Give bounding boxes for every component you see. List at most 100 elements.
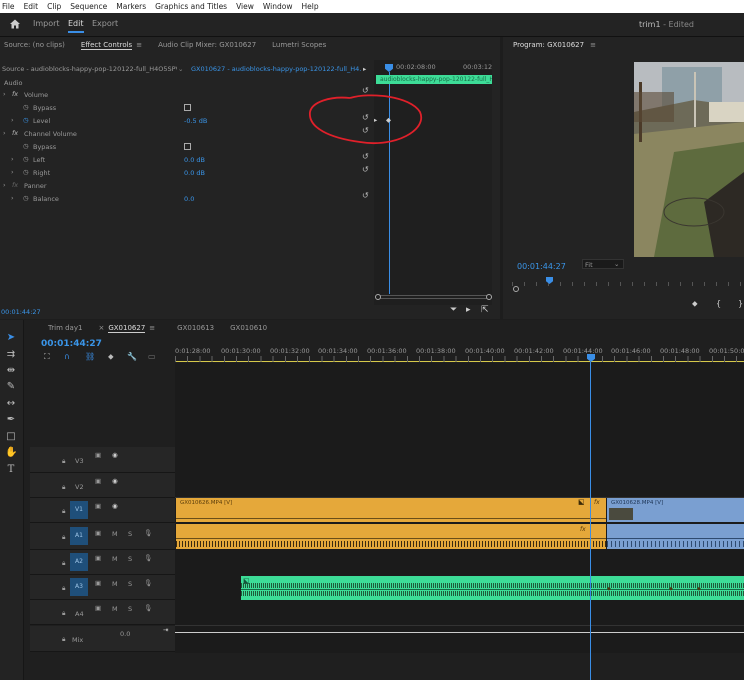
go-to-end-icon[interactable]: ⇥: [163, 626, 168, 634]
menu-view[interactable]: View: [236, 2, 254, 11]
timeline-timecode[interactable]: 00:01:44:27: [41, 339, 102, 349]
chevron-down-icon[interactable]: ⌄: [178, 65, 183, 73]
program-zoom-handle[interactable]: [513, 286, 519, 292]
sync-icon[interactable]: ▣: [95, 579, 101, 587]
microphone-icon[interactable]: 🎙︎: [144, 554, 152, 562]
microphone-icon[interactable]: 🎙︎: [144, 604, 152, 612]
lock-icon[interactable]: 🔒︎: [62, 635, 65, 644]
workspace-edit[interactable]: Edit: [68, 19, 84, 33]
program-timecode[interactable]: 00:01:44:27: [517, 262, 566, 271]
expand-chevron-icon[interactable]: ›: [11, 194, 14, 202]
stopwatch-icon[interactable]: ◷: [23, 103, 29, 111]
track-a1-target[interactable]: A1: [70, 527, 88, 545]
fit-dropdown[interactable]: Fit ⌄: [582, 259, 624, 269]
sync-icon[interactable]: ▣: [95, 451, 101, 459]
lock-icon[interactable]: 🔒︎: [62, 609, 65, 618]
lock-icon[interactable]: 🔒︎: [62, 559, 65, 568]
mute-button[interactable]: M: [112, 605, 118, 613]
lock-icon[interactable]: 🔒︎: [62, 457, 65, 466]
tab-effect-controls[interactable]: Effect Controls: [80, 41, 133, 50]
mark-out-icon[interactable]: }: [738, 299, 743, 308]
ripple-edit-tool-icon[interactable]: ⇹: [5, 365, 17, 377]
mini-scrollbar[interactable]: [376, 295, 492, 299]
rectangle-tool-icon[interactable]: □: [5, 431, 17, 443]
channel-bypass-checkbox[interactable]: [184, 143, 191, 150]
fx-icon[interactable]: fx: [12, 90, 18, 98]
sync-icon[interactable]: ▣: [95, 477, 101, 485]
audio-clip[interactable]: fx: [176, 524, 606, 549]
lock-icon[interactable]: 🔒︎: [62, 584, 65, 593]
fx-icon[interactable]: fx: [12, 181, 18, 189]
mark-in-icon[interactable]: {: [716, 299, 721, 308]
expand-chevron-icon[interactable]: ›: [11, 116, 14, 124]
play-small-icon[interactable]: ▸: [363, 65, 366, 73]
tab-gx010610[interactable]: GX010610: [230, 324, 267, 332]
sync-icon[interactable]: ▣: [95, 604, 101, 612]
menu-window[interactable]: Window: [263, 2, 293, 11]
stopwatch-active-icon[interactable]: ◷: [23, 116, 29, 124]
stopwatch-icon[interactable]: ◷: [23, 168, 29, 176]
sync-icon[interactable]: ▣: [95, 554, 101, 562]
sync-icon[interactable]: ▣: [95, 502, 101, 510]
workspace-import[interactable]: Import: [33, 19, 60, 28]
bypass-checkbox[interactable]: [184, 104, 191, 111]
solo-button[interactable]: S: [128, 605, 132, 613]
microphone-icon[interactable]: 🎙︎: [144, 579, 152, 587]
mute-button[interactable]: M: [112, 555, 118, 563]
selection-tool-icon[interactable]: ➤: [5, 332, 17, 344]
solo-button[interactable]: S: [128, 530, 132, 538]
slip-tool-icon[interactable]: ↔: [5, 398, 17, 410]
menu-clip[interactable]: Clip: [47, 2, 61, 11]
expand-chevron-icon[interactable]: ›: [3, 129, 6, 137]
solo-button[interactable]: S: [128, 580, 132, 588]
menu-help[interactable]: Help: [301, 2, 318, 11]
track-v3-label[interactable]: V3: [75, 457, 84, 465]
eye-icon[interactable]: ◉: [112, 477, 118, 485]
track-a2-target[interactable]: A2: [70, 553, 88, 571]
scroll-handle-right[interactable]: [486, 294, 492, 300]
workspace-export[interactable]: Export: [92, 19, 118, 28]
video-clip[interactable]: GX010626.MP4 [V] ⬕ fx: [176, 498, 606, 522]
track-select-tool-icon[interactable]: ⇉: [5, 349, 17, 361]
menu-sequence[interactable]: Sequence: [70, 2, 107, 11]
sync-icon[interactable]: ▣: [95, 529, 101, 537]
tab-lumetri-scopes[interactable]: Lumetri Scopes: [272, 41, 326, 49]
expand-chevron-icon[interactable]: ›: [11, 155, 14, 163]
reset-icon[interactable]: ↺: [362, 191, 369, 200]
scroll-handle-left[interactable]: [375, 294, 381, 300]
menu-file[interactable]: File: [2, 2, 15, 11]
snap-icon[interactable]: ∩: [64, 352, 70, 361]
linked-selection-icon[interactable]: ⛓: [85, 352, 95, 361]
effect-controls-timecode[interactable]: 00:01:44:27: [1, 308, 41, 316]
program-video-frame[interactable]: [634, 62, 744, 257]
timeline-menu-icon[interactable]: ≡: [149, 324, 155, 332]
razor-tool-icon[interactable]: ✎: [5, 381, 17, 393]
target-clip-label[interactable]: GX010627 - audioblocks-happy-pop-120122-…: [191, 65, 361, 73]
mix-value[interactable]: 0.0: [120, 630, 130, 638]
eye-icon[interactable]: ◉: [112, 451, 118, 459]
program-menu-icon[interactable]: ≡: [590, 41, 596, 49]
keyframe-diamond-icon[interactable]: ◆: [697, 586, 701, 592]
track-v2-label[interactable]: V2: [75, 483, 84, 491]
hand-tool-icon[interactable]: ✋: [5, 447, 17, 459]
expand-chevron-icon[interactable]: ›: [11, 168, 14, 176]
right-value[interactable]: 0.0 dB: [184, 169, 205, 177]
mute-button[interactable]: M: [112, 580, 118, 588]
lock-icon[interactable]: 🔒︎: [62, 533, 65, 542]
add-marker-icon[interactable]: ⬥: [108, 352, 114, 362]
type-tool-icon[interactable]: T: [5, 464, 17, 476]
tab-gx010627[interactable]: GX010627: [108, 324, 146, 333]
audio-clip-next[interactable]: [607, 524, 744, 549]
reset-icon[interactable]: ↺: [362, 152, 369, 161]
eye-icon[interactable]: ◉: [112, 502, 118, 510]
track-v1-target[interactable]: V1: [70, 501, 88, 519]
microphone-icon[interactable]: 🎙︎: [144, 529, 152, 537]
balance-value[interactable]: 0.0: [184, 195, 194, 203]
tab-audio-clip-mixer[interactable]: Audio Clip Mixer: GX010627: [158, 41, 256, 49]
add-marker-icon[interactable]: ⬥: [692, 299, 698, 309]
reset-icon[interactable]: ↺: [362, 165, 369, 174]
export-icon[interactable]: ⇱: [481, 305, 489, 315]
video-clip-next[interactable]: GX010628.MP4 [V]: [607, 498, 744, 522]
lock-icon[interactable]: 🔒︎: [62, 483, 65, 492]
home-icon[interactable]: [9, 18, 21, 30]
